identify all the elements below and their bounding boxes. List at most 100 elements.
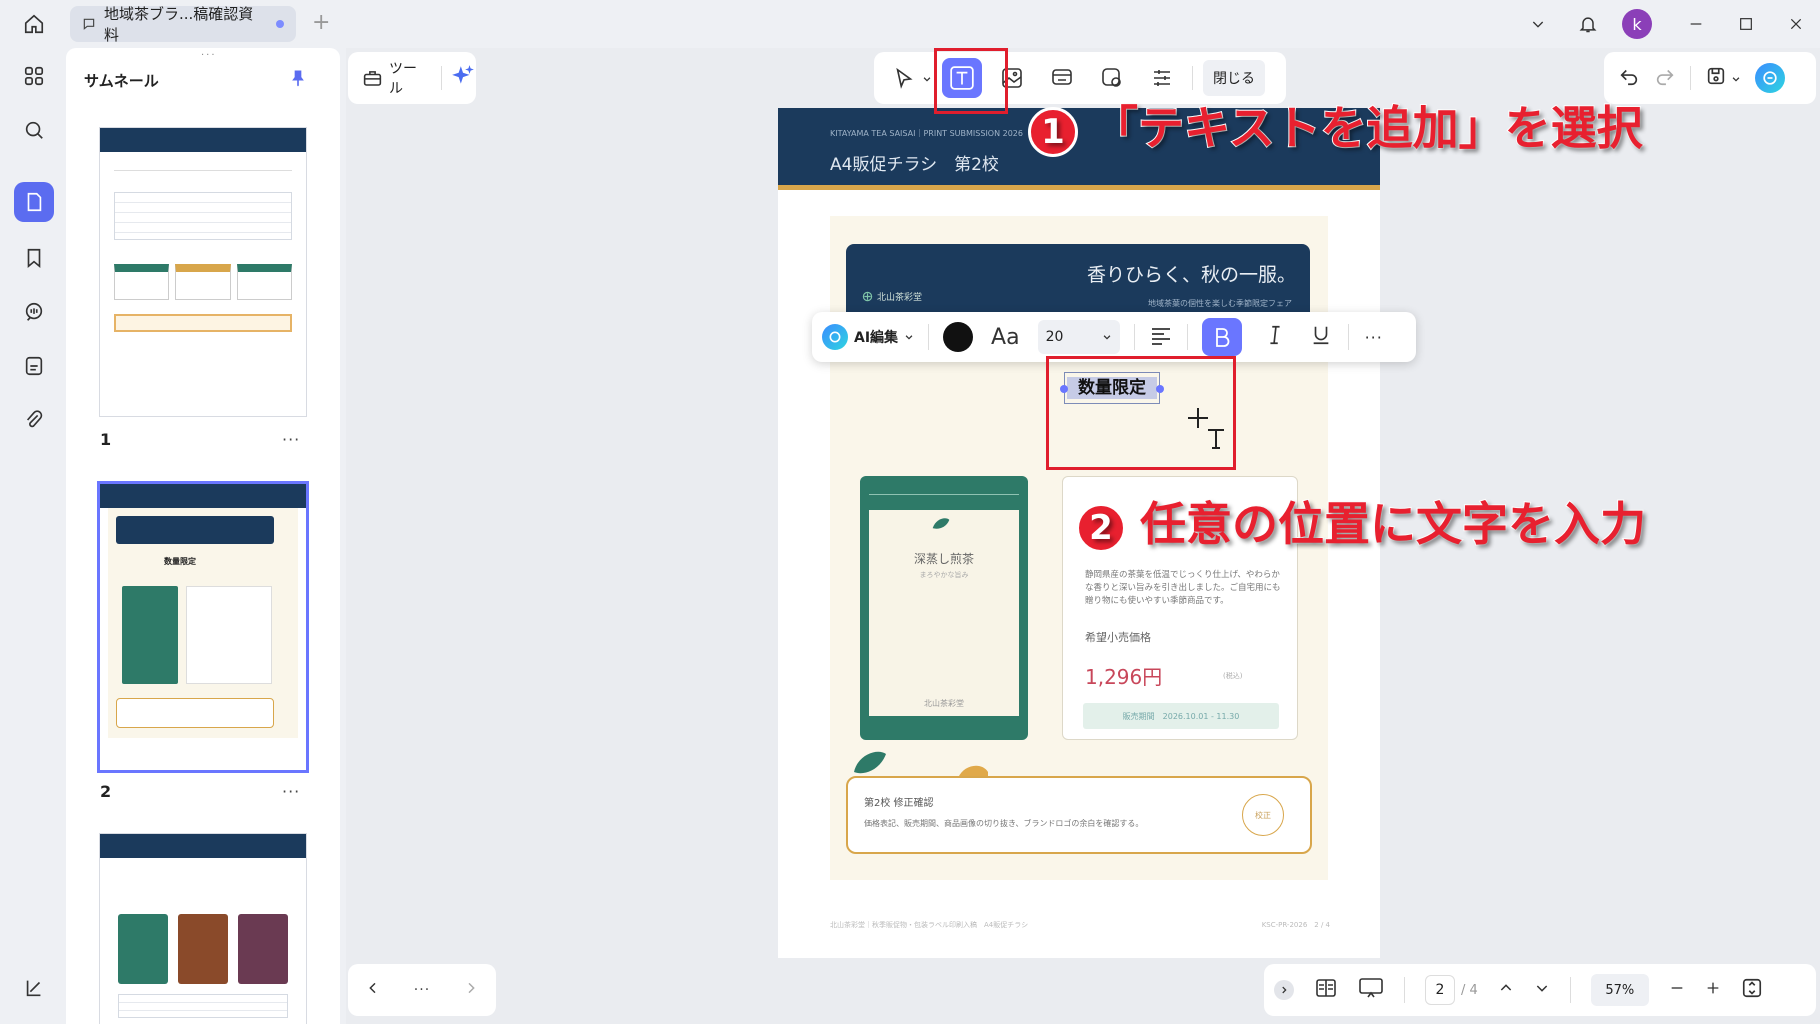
ai-edit-button[interactable]: AI編集 <box>822 324 914 350</box>
left-rail <box>0 48 66 1024</box>
thumbnail-page-3[interactable] <box>100 834 306 1024</box>
pin-icon[interactable] <box>288 68 308 92</box>
total-pages: / 4 <box>1461 982 1478 998</box>
page-layout-icon[interactable] <box>1314 976 1338 1004</box>
maximize-icon[interactable] <box>1732 10 1760 38</box>
banner-sub: 地域茶葉の個性を楽しむ季節限定フェア <box>1148 299 1292 308</box>
sign-icon[interactable] <box>14 968 54 1008</box>
brand-logo-icon <box>862 291 873 302</box>
tools-button[interactable]: ツール <box>362 58 429 98</box>
ai-assistant-icon[interactable] <box>1755 63 1785 93</box>
align-left-icon[interactable] <box>1149 323 1173 351</box>
bell-icon[interactable] <box>1574 10 1602 38</box>
thumbnails-icon[interactable] <box>14 182 54 222</box>
thumbnail-number: 1 <box>100 430 112 449</box>
thumbnail-page-2[interactable]: 数量限定 <box>100 484 306 770</box>
flyer-banner: 香りひらく、秋の一服。 北山茶彩堂 地域茶葉の個性を楽しむ季節限定フェア <box>846 244 1310 314</box>
header-title: A4販促チラシ 第2校 <box>830 155 999 175</box>
price-label: 希望小売価格 <box>1085 631 1151 644</box>
select-tool[interactable] <box>884 58 924 98</box>
bookmark-icon[interactable] <box>14 238 54 278</box>
unsaved-dot <box>276 20 284 28</box>
redo-icon[interactable] <box>1654 65 1676 91</box>
chevron-down-icon <box>905 335 913 340</box>
cursor-icon <box>896 67 913 89</box>
notice-title: 第2校 修正確認 <box>864 798 934 809</box>
price: 1,296円 <box>1085 665 1163 689</box>
drag-handle[interactable]: ··· <box>201 50 217 61</box>
chevron-down-icon[interactable] <box>1731 69 1741 88</box>
chevron-up-icon[interactable] <box>1498 980 1514 1000</box>
font-size-select[interactable]: 20 <box>1037 320 1120 354</box>
thumbnail-more-button[interactable]: ··· <box>282 782 300 801</box>
callout-step-2: 2 任意の位置に文字を入力 <box>1076 488 1647 554</box>
location-icon <box>1102 68 1121 87</box>
product-sub: まろやかな旨み <box>919 571 969 579</box>
underline-icon[interactable] <box>1310 324 1332 350</box>
more-icon[interactable]: ··· <box>414 982 430 998</box>
chevron-left-icon[interactable] <box>365 980 381 1000</box>
title-bar: 地域茶ブラ...稿確認資料 + k <box>0 0 1820 48</box>
header-small-text: KITAYAMA TEA SAISAI｜PRINT SUBMISSION 202… <box>830 129 1023 138</box>
zoom-out-icon[interactable] <box>1669 980 1685 1000</box>
document-tab[interactable]: 地域茶ブラ...稿確認資料 <box>70 5 296 44</box>
sale-period: 販売期間 2026.10.01 - 11.30 <box>1083 703 1279 729</box>
tax-note: (税込) <box>1223 672 1243 680</box>
page-number-input[interactable]: 2 <box>1425 975 1455 1005</box>
font-family-button[interactable]: Aa <box>991 325 1020 350</box>
close-edit-button[interactable]: 閉じる <box>1203 60 1265 96</box>
thumbnail-page-1[interactable] <box>100 128 306 416</box>
close-window-icon[interactable] <box>1782 10 1810 38</box>
highlight-box-text-area <box>1046 356 1236 470</box>
ai-sparkle-icon[interactable] <box>450 63 476 93</box>
product-package: 深蒸し煎茶 まろやかな旨み 北山茶彩堂 <box>860 476 1028 740</box>
avatar[interactable]: k <box>1622 9 1652 39</box>
thumbnail-panel: ··· サムネール 1 ··· 数量限定 2 ··· <box>66 48 340 1024</box>
search-icon[interactable] <box>14 110 54 150</box>
save-icon[interactable] <box>1705 65 1727 91</box>
expand-icon[interactable] <box>1274 980 1294 1000</box>
grid-icon[interactable] <box>14 56 54 96</box>
status-bar: 2 / 4 57% <box>1264 964 1816 1016</box>
more-options-icon[interactable]: ··· <box>1365 328 1383 347</box>
chevron-down-icon[interactable] <box>1524 10 1552 38</box>
highlight-box-text-tool <box>934 48 1008 114</box>
ai-icon <box>822 324 848 350</box>
comments-icon[interactable] <box>14 292 54 332</box>
italic-icon[interactable] <box>1264 324 1286 350</box>
thumbnail-number: 2 <box>100 782 112 801</box>
callout-step-1: 1 「テキストを追加」を選択 <box>1028 92 1644 158</box>
bold-button[interactable] <box>1201 318 1242 356</box>
new-tab-plus-icon[interactable]: + <box>312 10 330 35</box>
bold-icon <box>1215 328 1229 347</box>
page-nav-left: ··· <box>348 964 496 1016</box>
home-icon[interactable] <box>20 10 48 38</box>
minimize-icon[interactable] <box>1682 10 1710 38</box>
comment-icon <box>83 18 95 30</box>
chevron-down-icon[interactable] <box>1534 980 1550 1000</box>
sliders-icon <box>1154 70 1170 86</box>
footer-left: 北山茶彩堂｜秋季販促物・包装ラベル印刷入稿 A4販促チラシ <box>830 921 1029 929</box>
undo-icon[interactable] <box>1618 65 1640 91</box>
banner-brand: 北山茶彩堂 <box>862 290 922 303</box>
presentation-icon[interactable] <box>1358 976 1384 1004</box>
footer-right: KSC-PR-2026 2 / 4 <box>1261 921 1330 929</box>
tab-title: 地域茶ブラ...稿確認資料 <box>103 5 254 44</box>
chevron-down-icon[interactable] <box>922 69 932 88</box>
tools-label: ツール <box>388 61 417 97</box>
thumbnail-more-button[interactable]: ··· <box>282 430 300 449</box>
text-format-toolbar: AI編集 Aa 20 ··· <box>812 312 1416 362</box>
banner-headline: 香りひらく、秋の一服。 <box>1086 264 1296 286</box>
product-name: 深蒸し煎茶 <box>913 552 974 566</box>
product-brand: 北山茶彩堂 <box>924 699 964 708</box>
zoom-in-icon[interactable] <box>1705 980 1721 1000</box>
leaf-icon <box>931 516 951 536</box>
fit-page-icon[interactable] <box>1741 977 1763 1003</box>
step-number: 2 <box>1076 502 1126 553</box>
zoom-level[interactable]: 57% <box>1590 974 1649 1006</box>
chevron-right-icon[interactable] <box>463 980 479 1000</box>
notice-body: 価格表記、販売期間、商品画像の切り抜き、ブランドロゴの余白を確認する。 <box>864 819 1144 828</box>
forms-icon[interactable] <box>14 346 54 386</box>
text-color-picker[interactable] <box>943 322 974 352</box>
attachment-icon[interactable] <box>14 400 54 440</box>
